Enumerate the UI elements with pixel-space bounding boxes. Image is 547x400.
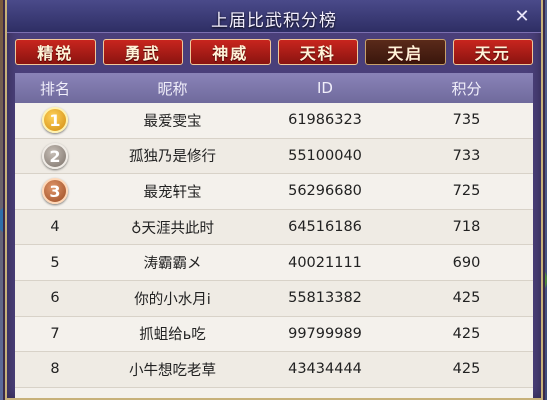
id-cell: 43434444 [288, 361, 362, 378]
table-row[interactable]: 2 孤独乃是修行 55100040 733 [15, 138, 533, 175]
nickname-cell: 抓蛆给ь吃 [139, 327, 206, 344]
nickname-cell: ♁天涯共此时 [130, 220, 215, 237]
rank-cell: 7 [50, 325, 60, 342]
id-cell: 55813382 [288, 290, 362, 307]
score-cell: 425 [452, 325, 481, 342]
table-header: 排名 昵称 ID 积分 [15, 73, 533, 103]
id-cell: 56296680 [288, 183, 362, 200]
nickname-cell: 孤独乃是修行 [129, 149, 216, 166]
score-cell: 718 [452, 219, 481, 236]
tab-shenwei[interactable]: 神威 [190, 39, 271, 65]
tab-tianqi[interactable]: 天启 [365, 39, 446, 65]
nickname-cell: 最宠轩宝 [143, 184, 202, 201]
rank-cell: 5 [50, 254, 60, 271]
table-row[interactable]: 6 你的小水月i 55813382 425 [15, 280, 533, 317]
rank-medal-icon: 2 [42, 142, 68, 169]
division-tabs: 精锐 勇武 神威 天科 天启 天元 [15, 39, 533, 65]
tab-tianyuan[interactable]: 天元 [452, 39, 533, 65]
rank-medal-icon: 3 [42, 178, 68, 205]
rank-cell: 6 [50, 290, 60, 307]
table-row[interactable]: 5 涛霸霸メ 40021111 690 [15, 245, 533, 281]
score-cell: 735 [452, 112, 481, 129]
table-row[interactable]: 3 最宠轩宝 56296680 725 [15, 174, 533, 210]
header-score: 积分 [451, 79, 482, 98]
rank-medal-icon: 1 [42, 107, 68, 134]
nickname-cell: 最爱雯宝 [143, 113, 202, 130]
nickname-cell: 你的小水月i [134, 291, 211, 308]
table-row[interactable]: 8 小牛想吃老草 43434444 425 [15, 352, 533, 388]
tab-jingrui[interactable]: 精锐 [15, 39, 96, 65]
leaderboard-window: 上届比武积分榜 ✕ 精锐 勇武 神威 天科 天启 天元 排名 昵称 ID 积分 … [5, 0, 543, 400]
id-cell: 61986323 [288, 112, 362, 129]
table-body: 1 最爱雯宝 61986323 735 2 孤独乃是修行 55100040 733 3 最宠轩宝 5… [15, 103, 533, 388]
ranking-table: 排名 昵称 ID 积分 1 最爱雯宝 61986323 735 2 孤独乃是修行 55100… [15, 73, 533, 398]
close-icon[interactable]: ✕ [511, 6, 533, 28]
id-cell: 64516186 [288, 219, 362, 236]
nickname-cell: 涛霸霸メ [143, 256, 202, 273]
tab-tianke[interactable]: 天科 [277, 39, 358, 65]
table-row[interactable]: 1 最爱雯宝 61986323 735 [15, 103, 533, 139]
rank-cell: 3 [15, 178, 95, 205]
score-cell: 690 [452, 254, 481, 271]
table-row[interactable]: 7 抓蛆给ь吃 99799989 425 [15, 317, 533, 353]
id-cell: 99799989 [288, 325, 362, 342]
table-row[interactable]: 4 ♁天涯共此时 64516186 718 [15, 209, 533, 246]
rank-cell: 2 [15, 142, 95, 169]
header-nickname: 昵称 [157, 79, 188, 98]
id-cell: 55100040 [288, 147, 362, 164]
nickname-cell: 小牛想吃老草 [129, 362, 216, 379]
title-bar: 上届比武积分榜 ✕ [7, 0, 541, 33]
rank-cell: 4 [50, 219, 60, 236]
rank-cell: 1 [15, 107, 95, 134]
score-cell: 725 [452, 183, 481, 200]
tab-yongwu[interactable]: 勇武 [102, 39, 183, 65]
score-cell: 733 [452, 147, 481, 164]
window-title: 上届比武积分榜 [211, 11, 337, 31]
rank-cell: 8 [50, 361, 60, 378]
id-cell: 40021111 [288, 254, 362, 271]
header-rank: 排名 [39, 79, 70, 98]
score-cell: 425 [452, 361, 481, 378]
score-cell: 425 [452, 290, 481, 307]
header-id: ID [317, 79, 333, 97]
